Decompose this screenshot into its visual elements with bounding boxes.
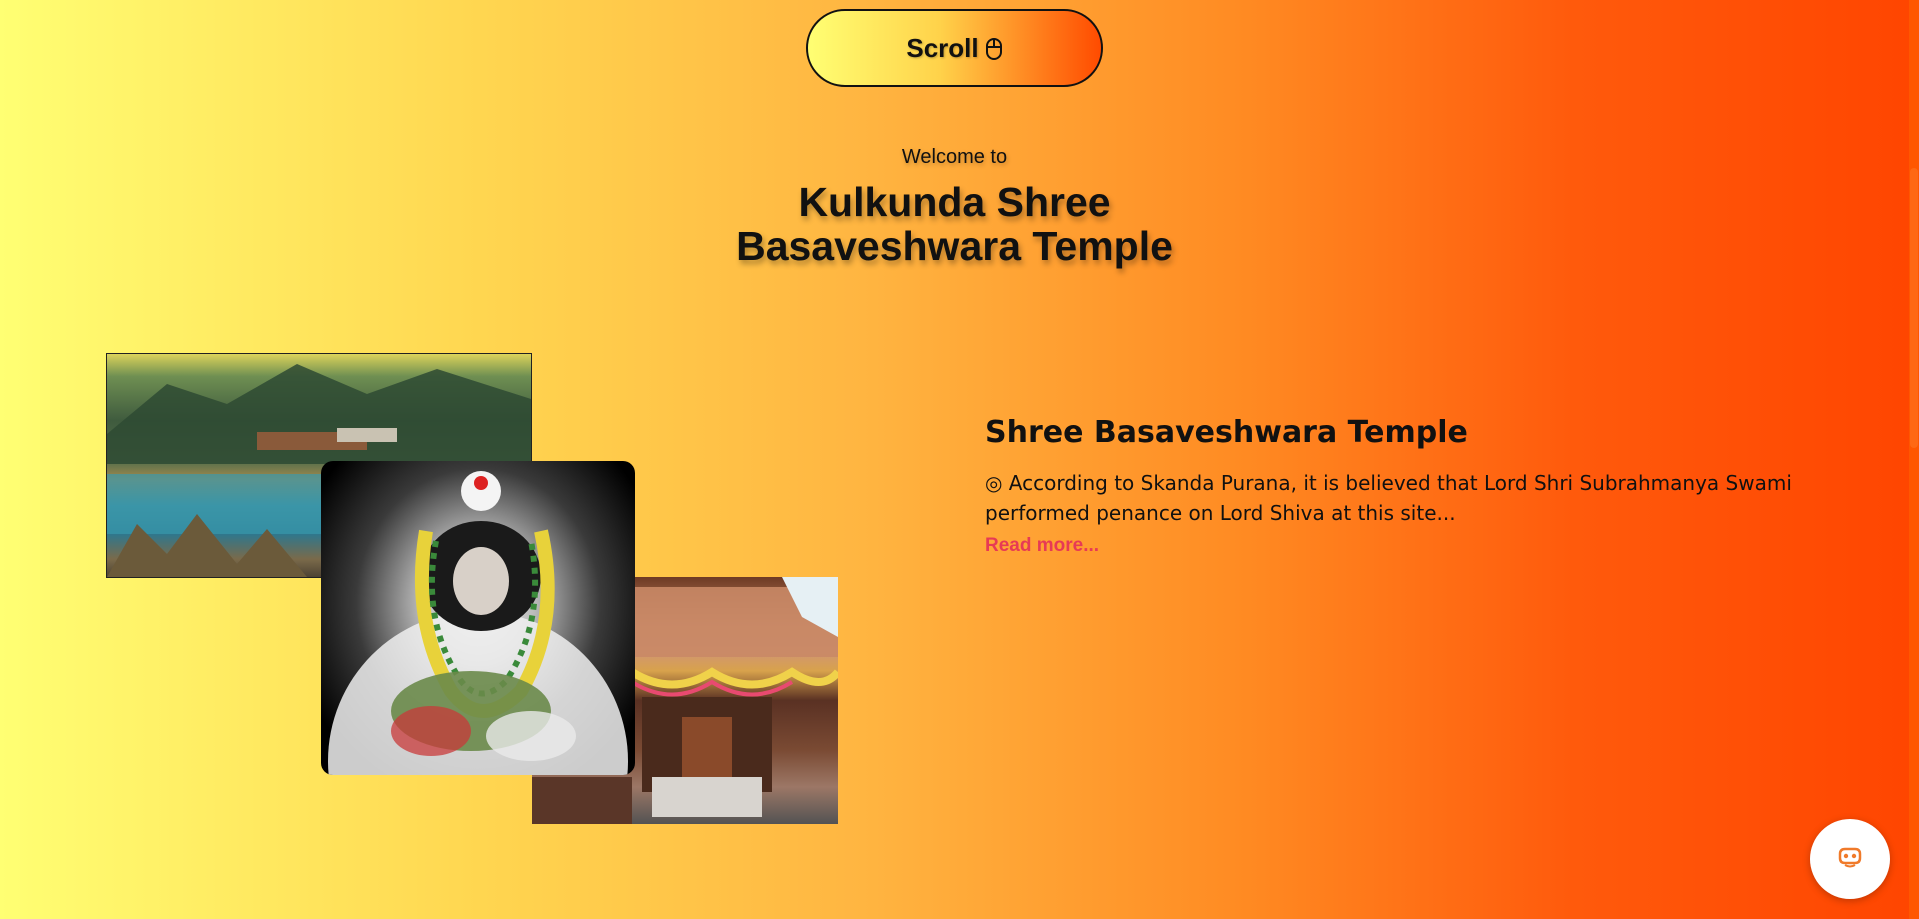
scroll-button[interactable]: Scroll (806, 9, 1103, 87)
scrollbar-thumb[interactable] (1910, 168, 1918, 448)
chat-bot-icon (1837, 846, 1863, 872)
read-more-link[interactable]: Read more... (985, 535, 1099, 557)
mouse-icon (985, 37, 1003, 61)
chat-widget-button[interactable] (1810, 819, 1890, 899)
basaveshwara-idol-photo (321, 461, 635, 775)
scrollbar[interactable] (1909, 0, 1919, 919)
section-heading: Shree Basaveshwara Temple (985, 415, 1468, 450)
welcome-text: Welcome to (901, 146, 1008, 168)
scroll-button-label: Scroll (906, 32, 979, 63)
section-description: ◎ According to Skanda Purana, it is beli… (985, 471, 1792, 525)
page-title: Kulkunda Shree Basaveshwara Temple (736, 179, 1173, 269)
